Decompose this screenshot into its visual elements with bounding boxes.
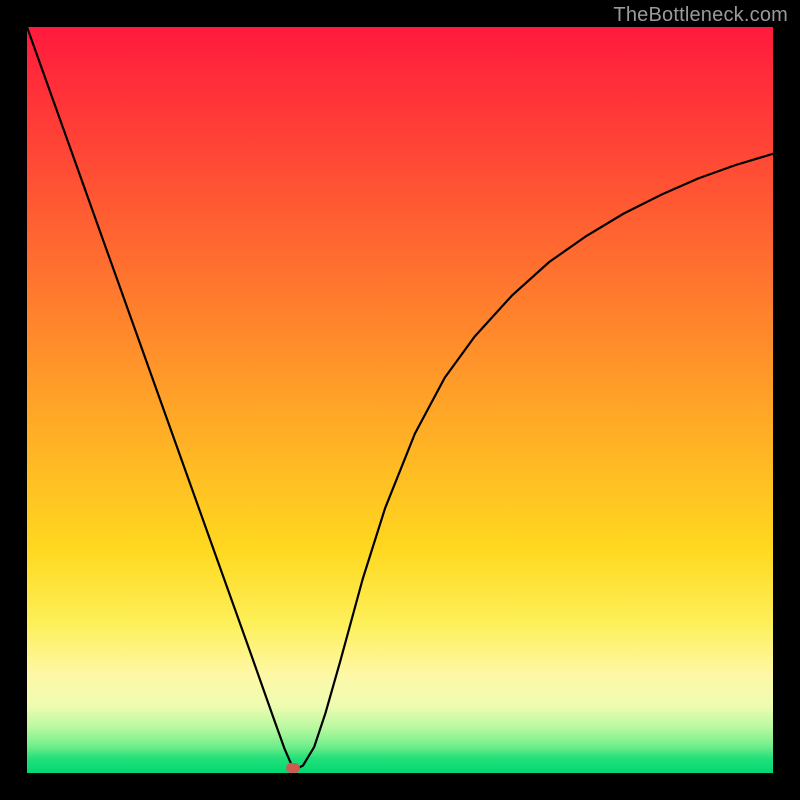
optimum-marker — [286, 763, 300, 773]
plot-area — [27, 27, 773, 773]
bottleneck-curve — [27, 27, 773, 773]
watermark-text: TheBottleneck.com — [613, 4, 788, 27]
chart-frame: TheBottleneck.com — [0, 0, 800, 800]
